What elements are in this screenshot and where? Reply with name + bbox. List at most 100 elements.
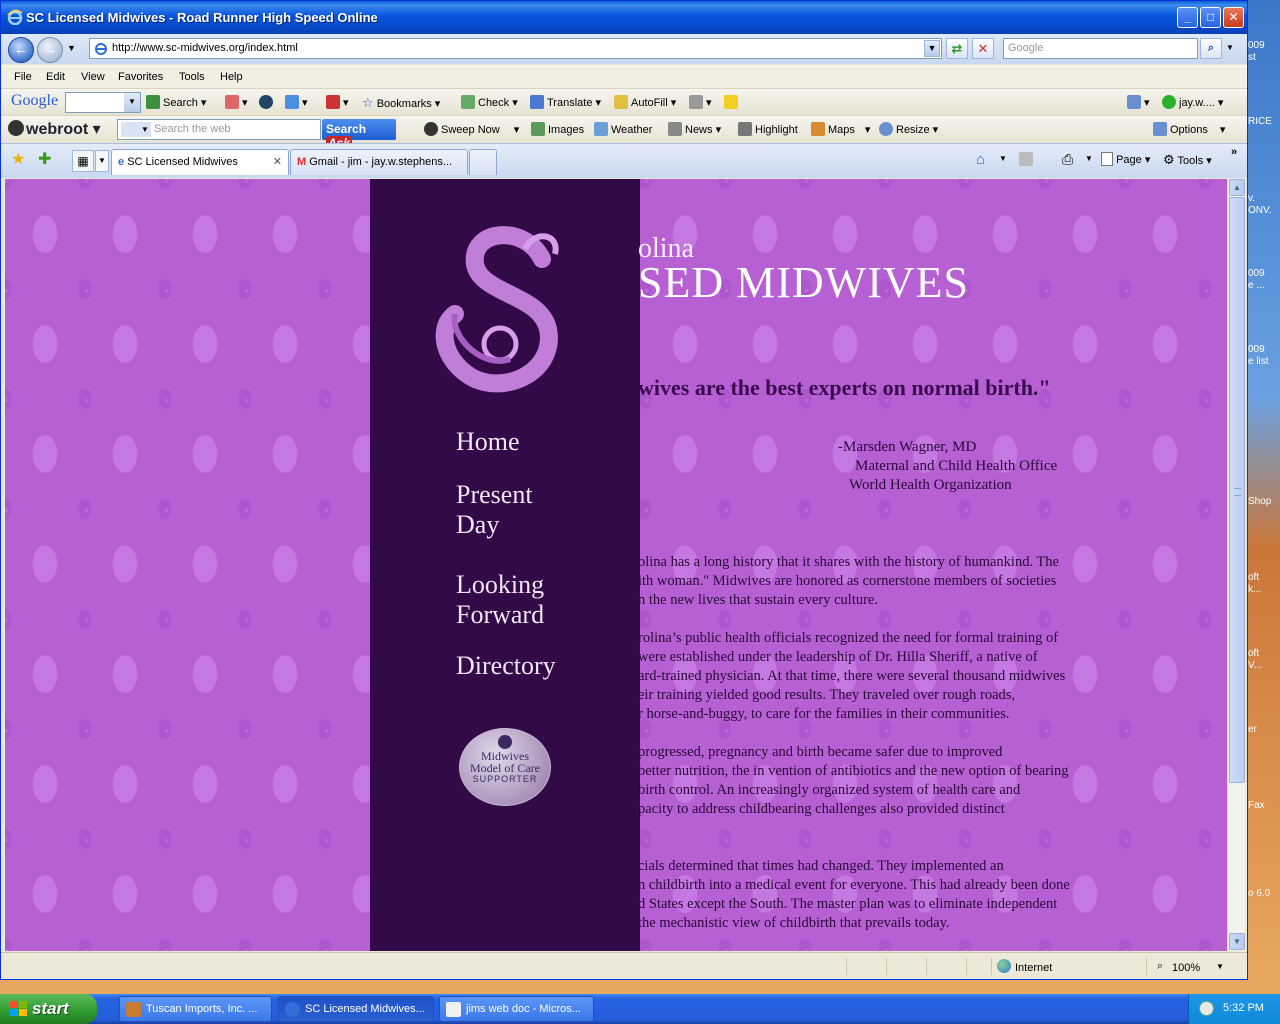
- stop-icon[interactable]: ✕: [972, 38, 994, 59]
- desktop-fragment: v.: [1248, 193, 1256, 204]
- status-divider: [966, 958, 967, 975]
- tray-app-icon[interactable]: [1199, 1001, 1214, 1016]
- nav-home[interactable]: Home: [456, 427, 520, 457]
- zoom-dropdown-icon[interactable]: ▼: [1216, 962, 1224, 971]
- vertical-scrollbar[interactable]: ▲ ▼: [1227, 179, 1245, 951]
- menu-file[interactable]: File: [14, 71, 32, 83]
- clock: 5:32 PM: [1223, 1002, 1264, 1014]
- start-button[interactable]: start: [0, 994, 97, 1024]
- google-tools-button[interactable]: ▾: [689, 95, 712, 109]
- refresh-icon[interactable]: ⇄: [946, 38, 968, 59]
- scroll-down-icon[interactable]: ▼: [1229, 933, 1245, 950]
- highlight-button[interactable]: Highlight: [738, 122, 798, 136]
- search-options-icon[interactable]: ▼: [1226, 43, 1234, 52]
- newspaper-icon: [668, 122, 682, 136]
- badge-figure-icon: [498, 735, 512, 749]
- maps-button[interactable]: Maps ▾: [811, 122, 870, 136]
- maximize-button[interactable]: □: [1200, 7, 1221, 28]
- close-button[interactable]: ✕: [1223, 7, 1244, 28]
- history-dropdown-icon[interactable]: ▼: [67, 43, 76, 53]
- google-pagerank-button[interactable]: [259, 95, 276, 109]
- home-icon[interactable]: ⌂: [976, 151, 985, 168]
- google-popup-blocker-button[interactable]: ▾: [326, 95, 349, 109]
- home-dropdown-icon[interactable]: ▼: [999, 154, 1007, 163]
- body-text-line: pacity to address childbearing challenge…: [638, 801, 1005, 817]
- wrench-icon: [1127, 95, 1141, 109]
- status-bar: Internet ⌕ 100% ▼: [1, 952, 1247, 979]
- address-field[interactable]: http://www.sc-midwives.org/index.html ▼: [89, 38, 942, 59]
- scrollbar-thumb[interactable]: [1229, 197, 1245, 783]
- highlighter-button[interactable]: [724, 95, 741, 109]
- taskbar-item-tuscan[interactable]: Tuscan Imports, Inc. ...: [119, 996, 272, 1022]
- badge-line-3: SUPPORTER: [472, 774, 538, 784]
- minimize-button[interactable]: _: [1177, 7, 1198, 28]
- windows-logo-icon: [10, 1001, 27, 1016]
- check-button[interactable]: Check ▾: [461, 95, 518, 109]
- bookmarks-button[interactable]: ☆ Bookmarks ▾: [362, 95, 440, 111]
- google-plus-button[interactable]: ▾: [285, 95, 308, 109]
- weather-button[interactable]: Weather: [594, 122, 652, 136]
- title-bar[interactable]: SC Licensed Midwives - Road Runner High …: [1, 1, 1247, 34]
- menu-edit[interactable]: Edit: [46, 71, 65, 83]
- autofill-button[interactable]: AutoFill ▾: [614, 95, 676, 109]
- taskbar-item-midwives[interactable]: SC Licensed Midwives...: [278, 996, 434, 1022]
- print-dropdown-icon[interactable]: ▼: [1085, 154, 1093, 163]
- add-favorite-icon[interactable]: ✚: [38, 149, 51, 169]
- menu-help[interactable]: Help: [220, 71, 243, 83]
- menu-view[interactable]: View: [81, 71, 105, 83]
- page-menu-button[interactable]: Page ▾: [1101, 152, 1150, 166]
- webroot-search-input[interactable]: ▼ Search the web: [117, 119, 321, 140]
- new-tab-button[interactable]: [469, 149, 497, 175]
- system-tray: 5:32 PM: [1188, 994, 1280, 1024]
- news-button[interactable]: News ▾: [668, 122, 721, 136]
- images-button[interactable]: Images: [531, 122, 584, 136]
- google-search-button[interactable]: Search ▾: [146, 95, 206, 109]
- zoom-icon[interactable]: ⌕: [1157, 960, 1163, 973]
- google-account-button[interactable]: jay.w.... ▾: [1162, 95, 1223, 109]
- feeds-icon[interactable]: [1019, 152, 1033, 166]
- google-settings-button[interactable]: ▾: [1127, 95, 1150, 109]
- search-input[interactable]: Google: [1003, 38, 1198, 59]
- nav-present-day[interactable]: Present Day: [456, 480, 533, 540]
- menu-favorites[interactable]: Favorites: [118, 71, 163, 83]
- taskbar-item-word[interactable]: jims web doc - Micros...: [439, 996, 594, 1022]
- nav-looking-forward[interactable]: Looking Forward: [456, 570, 544, 630]
- sweep-now-button[interactable]: Sweep Now ▾: [424, 122, 519, 136]
- address-dropdown-icon[interactable]: ▼: [924, 40, 940, 57]
- google-news-button[interactable]: ▾: [225, 95, 248, 109]
- tab-gmail[interactable]: M Gmail - jim - jay.w.stephens...: [290, 149, 468, 175]
- tab-close-icon[interactable]: ✕: [273, 155, 282, 168]
- toolbar-overflow-icon[interactable]: »: [1231, 146, 1237, 158]
- options-button[interactable]: Options ▾: [1153, 122, 1225, 136]
- translate-button[interactable]: Translate ▾: [530, 95, 601, 109]
- scroll-up-icon[interactable]: ▲: [1229, 179, 1245, 196]
- body-text-line: rolina’s public health officials recogni…: [638, 630, 1059, 646]
- body-text-line: d States except the South. The master pl…: [638, 896, 1058, 912]
- search-go-icon[interactable]: ⌕: [1200, 38, 1222, 59]
- search-engine-dropdown-icon[interactable]: ▼: [121, 122, 151, 137]
- weather-icon: [594, 122, 608, 136]
- forward-button[interactable]: →: [37, 37, 63, 63]
- quick-tabs-icon[interactable]: ▦: [72, 150, 94, 172]
- favorites-star-icon[interactable]: ★: [11, 149, 25, 169]
- print-icon[interactable]: ⎙: [1062, 151, 1073, 168]
- body-text-line: progressed, pregnancy and birth became s…: [638, 744, 1003, 760]
- site-header-title: SED MIDWIVES: [638, 258, 969, 307]
- desktop-fragment: 009: [1248, 344, 1265, 355]
- model-of-care-badge[interactable]: Midwives Model of Care SUPPORTER: [459, 728, 551, 806]
- webroot-search-button[interactable]: Search Ask: [322, 119, 396, 150]
- tab-list-dropdown-icon[interactable]: ▼: [95, 150, 109, 172]
- webroot-toolbar: webroot ▾ ▼ Search the web Search Ask Sw…: [1, 115, 1247, 150]
- resize-button[interactable]: Resize ▾: [879, 122, 938, 136]
- desktop-fragment: e list: [1248, 356, 1269, 367]
- tab-sc-licensed-midwives[interactable]: e SC Licensed Midwives ✕: [111, 149, 289, 175]
- back-button[interactable]: ←: [8, 37, 34, 63]
- menu-tools[interactable]: Tools: [179, 71, 205, 83]
- desktop-fragment: er: [1248, 724, 1257, 735]
- google-search-dropdown-icon[interactable]: ▼: [124, 93, 140, 112]
- address-url[interactable]: http://www.sc-midwives.org/index.html: [112, 42, 298, 54]
- tools-menu-button[interactable]: ⚙ Tools ▾: [1163, 152, 1212, 168]
- nav-directory[interactable]: Directory: [456, 651, 556, 681]
- tab-bar: ★ ✚ ▦ ▼ e SC Licensed Midwives ✕ M Gmail…: [1, 143, 1247, 178]
- zoom-level[interactable]: 100%: [1172, 962, 1200, 974]
